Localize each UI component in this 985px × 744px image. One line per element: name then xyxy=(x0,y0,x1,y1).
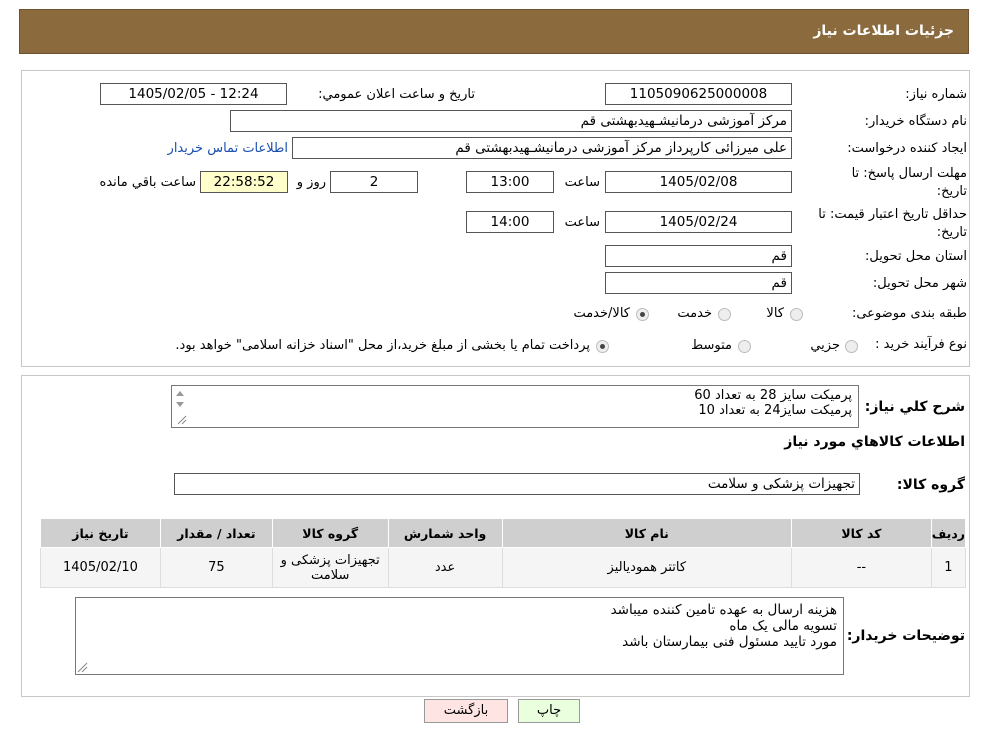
city-label: شهر محل تحويل: xyxy=(872,276,967,291)
goods-group-label: گروه کالا: xyxy=(896,477,965,493)
cell-unit: عدد xyxy=(387,547,503,588)
buyer-note-line-2: تسویه مالی یک ماه xyxy=(729,618,837,634)
announce-label: تاريخ و ساعت اعلان عمومي: xyxy=(318,87,475,102)
cell-need-date: 1405/02/10 xyxy=(40,547,161,588)
announce-field: 1405/02/05 - 12:24 xyxy=(100,83,287,105)
summary-line-1: پرمیکت سایز 28 به تعداد 60 xyxy=(694,388,852,403)
buyer-note-line-3: مورد تایید مسئول فنی بیمارستان باشد xyxy=(622,634,837,650)
days-label: روز و xyxy=(296,175,326,190)
process-option-medium: متوسط xyxy=(691,338,732,353)
col-header-item-code: کد کالا xyxy=(791,518,932,548)
creator-label: ايجاد کننده درخواست: xyxy=(847,141,967,156)
cell-item-code: -- xyxy=(791,547,932,588)
cell-group: تجهيزات پزشکی و سلامت xyxy=(271,547,389,588)
province-label: استان محل تحويل: xyxy=(865,249,967,264)
cell-row-number: 1 xyxy=(930,547,967,588)
page-header: جزئيات اطلاعات نياز xyxy=(19,9,969,54)
validity-date-field: 1405/02/24 xyxy=(605,211,792,233)
process-option-minor: جزيي xyxy=(810,338,840,353)
category-radio-goods[interactable] xyxy=(790,308,803,321)
summary-line-2: پرمیکت سایز24 به تعداد 10 xyxy=(698,403,852,418)
deadline-time-label: ساعت xyxy=(564,175,600,190)
goods-group-field: تجهيزات پزشکی و سلامت xyxy=(174,473,860,495)
table-header-row: رديف کد کالا نام کالا واحد شمارش گروه کا… xyxy=(40,518,967,548)
validity-label-date: تاريخ: xyxy=(936,225,967,240)
resize-grip-icon[interactable] xyxy=(76,661,88,673)
summary-textarea[interactable]: پرمیکت سایز 28 به تعداد 60 پرمیکت سایز24… xyxy=(171,385,859,428)
cell-item-name: کاتتر همودیالیز xyxy=(501,547,793,588)
summary-label: شرح کلي نياز: xyxy=(864,399,965,415)
buyer-org-label: نام دستگاه خريدار: xyxy=(864,114,967,129)
remaining-time-field: 22:58:52 xyxy=(200,171,288,193)
cell-quantity: 75 xyxy=(159,547,273,588)
buyer-notes-label: توضيحات خريدار: xyxy=(846,628,965,644)
category-label: طبقه بندی موضوعی: xyxy=(851,306,967,321)
goods-table: رديف کد کالا نام کالا واحد شمارش گروه کا… xyxy=(40,518,967,588)
scroll-arrows-icon xyxy=(176,391,187,425)
deadline-date-field: 1405/02/08 xyxy=(605,171,792,193)
col-header-group: گروه کالا xyxy=(271,518,389,548)
validity-time-field: 14:00 xyxy=(466,211,554,233)
province-field: قم xyxy=(605,245,792,267)
category-option-goods-service: کالا/خدمت xyxy=(573,306,630,321)
print-button[interactable]: چاپ xyxy=(518,699,580,723)
remaining-label: ساعت باقي مانده xyxy=(99,175,196,190)
process-note: پرداخت تمام يا بخشی از مبلغ خريد،از محل … xyxy=(175,338,590,353)
process-radio-medium[interactable] xyxy=(738,340,751,353)
summary-scrollbar[interactable] xyxy=(172,386,188,426)
need-number-field: 1105090625000008 xyxy=(605,83,792,105)
deadline-label: مهلت ارسال پاسخ: تا xyxy=(851,166,967,181)
buyer-note-line-1: هزینه ارسال به عهده تامین کننده میباشد xyxy=(610,602,837,618)
validity-time-label: ساعت xyxy=(564,215,600,230)
back-button[interactable]: بازگشت xyxy=(424,699,508,723)
col-header-need-date: تاريخ نياز xyxy=(40,518,161,548)
category-option-service: خدمت xyxy=(677,306,712,321)
category-option-goods: کالا xyxy=(766,306,784,321)
need-number-label: شماره نياز: xyxy=(905,87,967,102)
col-header-quantity: تعداد / مقدار xyxy=(159,518,273,548)
table-row: 1 -- کاتتر همودیالیز عدد تجهيزات پزشکی و… xyxy=(40,547,967,588)
buyer-org-field: مرکز آموزشی درمانیشـهیدبهشتی قم xyxy=(230,110,792,132)
category-radio-goods-service[interactable] xyxy=(636,308,649,321)
page-title: جزئيات اطلاعات نياز xyxy=(813,23,954,39)
buyer-notes-textarea[interactable]: هزینه ارسال به عهده تامین کننده میباشد ت… xyxy=(75,597,844,675)
col-header-row-number: رديف xyxy=(930,518,967,548)
deadline-label-date: تاريخ: xyxy=(936,184,967,199)
col-header-unit: واحد شمارش xyxy=(387,518,503,548)
days-field: 2 xyxy=(330,171,418,193)
contact-info-link[interactable]: اطلاعات تماس خريدار xyxy=(155,141,288,156)
creator-field: علی میرزائی کارپرداز مرکز آموزشی درمانیش… xyxy=(292,137,792,159)
process-label: نوع فرآيند خريد : xyxy=(875,337,967,352)
col-header-item-name: نام کالا xyxy=(501,518,793,548)
city-field: قم xyxy=(605,272,792,294)
process-checkbox-treasury[interactable] xyxy=(596,340,609,353)
deadline-time-field: 13:00 xyxy=(466,171,554,193)
validity-label: حداقل تاريخ اعتبار قيمت: تا xyxy=(818,207,967,222)
goods-info-title: اطلاعات کالاهاي مورد نياز xyxy=(784,434,965,450)
category-radio-service[interactable] xyxy=(718,308,731,321)
process-radio-minor[interactable] xyxy=(845,340,858,353)
